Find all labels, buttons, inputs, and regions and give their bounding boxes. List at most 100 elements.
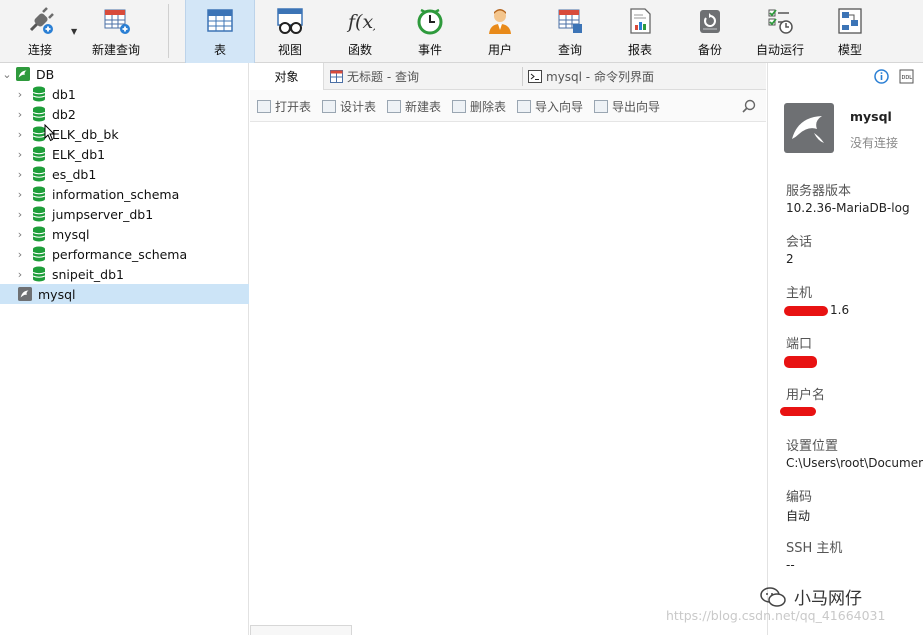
query-label: 查询 [557,43,582,57]
delete-table-button[interactable]: 删除表 [452,98,506,115]
design-table-label: 设计表 [340,100,377,114]
search-icon[interactable] [742,99,756,113]
redaction-mark [784,356,817,368]
port-label: 端口 [786,337,813,352]
svg-text:f(x): f(x) [346,11,375,33]
chevron-right-icon[interactable]: › [15,248,25,261]
watermark-text: https://blog.csdn.net/qq_41664031 [666,608,886,623]
encoding-value: 自动 [786,509,811,523]
tree-db-label: es_db1 [52,166,97,182]
chevron-right-icon[interactable]: › [15,168,25,181]
username-label: 用户名 [786,388,826,403]
event-clock-icon [415,6,445,36]
tree-db-item[interactable]: › db1 [0,84,249,104]
tree-db-label: jumpserver_db1 [52,206,154,222]
ssh-host-value: -- [786,558,795,572]
chevron-right-icon[interactable]: › [15,88,25,101]
tree-db-label: db1 [52,86,76,102]
table-button[interactable]: 表 [185,0,255,63]
chevron-right-icon[interactable]: › [15,268,25,281]
tree-db-item[interactable]: › ELK_db1 [0,144,249,164]
info-icon[interactable] [874,69,889,84]
tree-db-item[interactable]: › performance_schema [0,244,249,264]
plug-connect-icon [25,6,55,36]
model-button[interactable]: 模型 [820,0,880,63]
chevron-right-icon[interactable]: › [15,228,25,241]
database-icon [32,246,46,262]
event-button[interactable]: 事件 [400,0,460,63]
import-wizard-label: 导入向导 [535,100,584,114]
tree-db-label: performance_schema [52,246,188,262]
tab-divider [522,67,523,86]
query-button[interactable]: 查询 [540,0,600,63]
connection-status: 没有连接 [850,136,899,150]
mouse-cursor-icon [44,124,56,142]
chevron-right-icon[interactable]: › [15,128,25,141]
new-query-button[interactable]: 新建查询 [88,0,144,63]
object-list-area[interactable] [250,122,766,635]
import-wizard-icon [517,100,531,113]
tree-db-item[interactable]: › es_db1 [0,164,249,184]
tree-connection-mysql[interactable]: mysql [0,284,249,304]
tree-db-item[interactable]: › db2 [0,104,249,124]
open-table-button[interactable]: 打开表 [257,98,311,115]
tree-db-item[interactable]: › information_schema [0,184,249,204]
tree-db-item[interactable]: › ELK_db_bk [0,124,249,144]
new-table-label: 新建表 [405,100,442,114]
query-icon [555,6,585,36]
wechat-label: 小马网仔 [794,589,862,609]
view-button[interactable]: 视图 [260,0,320,63]
auto-run-icon [765,6,795,36]
mysql-connection-icon [18,287,32,301]
chevron-right-icon[interactable]: › [15,148,25,161]
tree-connection-db[interactable]: ⌄ DB [0,64,249,84]
backup-button[interactable]: 备份 [680,0,740,63]
design-table-icon [322,100,336,113]
report-button[interactable]: 报表 [610,0,670,63]
new-table-button[interactable]: 新建表 [387,98,441,115]
tree-db-label: db2 [52,106,76,122]
connect-dropdown-icon[interactable]: ▼ [71,27,77,36]
tree-db-item[interactable]: › jumpserver_db1 [0,204,249,224]
info-panel: DDL mysql 没有连接 服务器版本 10.2.36-MariaDB-log… [767,63,923,635]
tab-objects[interactable]: 对象 [250,63,324,90]
connection-name: mysql [850,109,892,124]
server-version-label: 服务器版本 [786,184,852,199]
ddl-icon[interactable]: DDL [899,69,914,84]
import-wizard-button[interactable]: 导入向导 [517,98,583,115]
tab-query-label: 无标题 - 查询 [347,70,419,84]
backup-label: 备份 [697,43,722,57]
export-wizard-icon [594,100,608,113]
tab-objects-label: 对象 [274,70,299,84]
export-wizard-button[interactable]: 导出向导 [594,98,660,115]
design-table-button[interactable]: 设计表 [322,98,376,115]
tree-db-label: mysql [52,226,90,242]
backup-icon [695,6,725,36]
location-value: C:\Users\root\Documen [786,456,923,470]
chevron-down-icon[interactable]: ⌄ [2,68,12,81]
tree-connection-label: DB [36,66,55,82]
chevron-right-icon[interactable]: › [15,108,25,121]
function-button[interactable]: f(x) 函数 [330,0,390,63]
tree-db-item[interactable]: › mysql [0,224,249,244]
auto-run-button[interactable]: 自动运行 [748,0,812,63]
mysql-connection-icon [16,67,30,81]
tab-console[interactable]: mysql - 命令列界面 [528,63,728,90]
function-label: 函数 [347,43,372,57]
sessions-value: 2 [786,252,794,266]
chevron-right-icon[interactable]: › [15,208,25,221]
redaction-mark [784,306,828,316]
database-icon [32,106,46,122]
connect-button[interactable]: 连接 [8,0,72,63]
tab-query[interactable]: 无标题 - 查询 [330,63,520,90]
tree-db-item[interactable]: › snipeit_db1 [0,264,249,284]
user-label: 用户 [487,43,512,57]
server-version-value: 10.2.36-MariaDB-log [786,201,910,215]
console-icon [528,70,542,83]
export-wizard-label: 导出向导 [612,100,661,114]
database-icon [32,206,46,222]
user-button[interactable]: 用户 [470,0,530,63]
redaction-mark [780,407,816,416]
chevron-right-icon[interactable]: › [15,188,25,201]
tree-db-label: information_schema [52,186,180,202]
